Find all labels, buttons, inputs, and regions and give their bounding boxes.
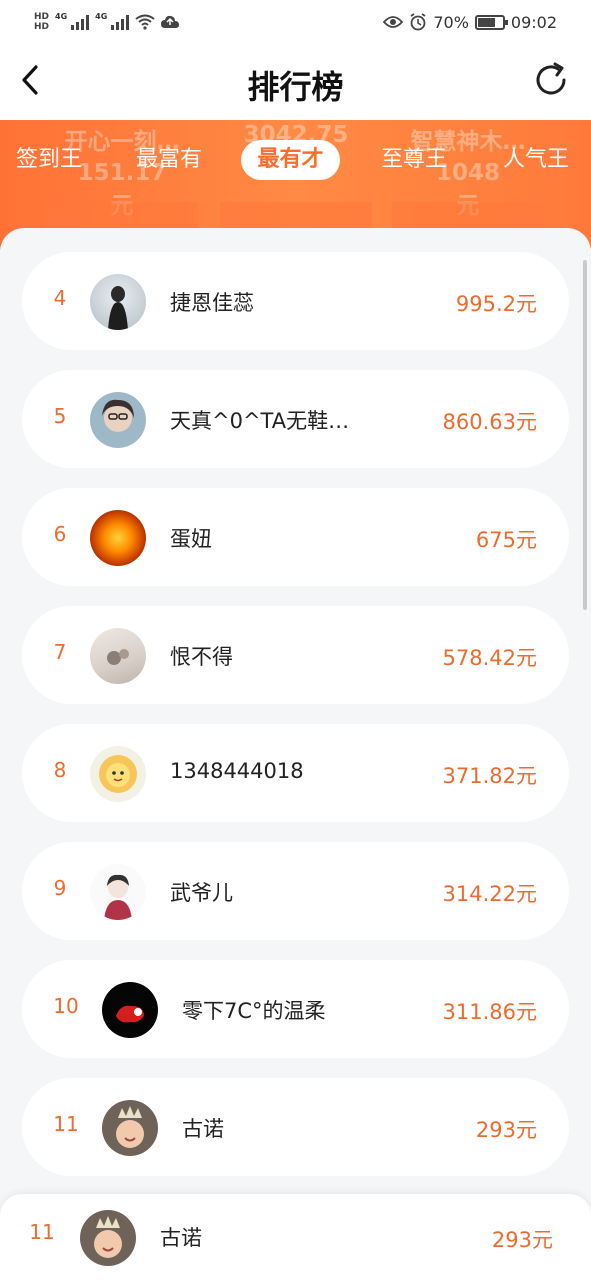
nav-bar: 排行榜 [0, 44, 591, 120]
cloud-upload-icon [161, 15, 180, 28]
tab-most-talented[interactable]: 最有才 [241, 140, 340, 180]
page-title: 排行榜 [247, 68, 344, 106]
reward-amount: 314.22元 [442, 882, 537, 906]
clock: 09:02 [510, 12, 557, 32]
tab-richest[interactable]: 最富有 [130, 140, 208, 180]
reward-amount: 578.42元 [442, 646, 537, 670]
list-item[interactable]: 4 捷恩佳蕊 995.2元 [22, 252, 569, 350]
reward-amount: 371.82元 [442, 764, 537, 788]
refresh-button[interactable] [531, 60, 571, 100]
rank-number: 10 [53, 994, 79, 1018]
tab-sign-in-king[interactable]: 签到王 [10, 140, 88, 180]
status-left: HD HD 4G 4G [34, 12, 180, 32]
avatar [90, 746, 146, 802]
user-name: 武爷儿 [170, 881, 233, 905]
avatar [90, 274, 146, 330]
avatar [90, 628, 146, 684]
avatar [90, 864, 146, 920]
list-item[interactable]: 10 零下7C°的温柔 311.86元 [22, 960, 569, 1058]
list-item[interactable]: 11 古诺 293元 [22, 1078, 569, 1176]
battery-icon [474, 14, 508, 30]
rank-number: 11 [53, 1112, 79, 1136]
my-rank-bar[interactable]: 11 古诺 293元 [0, 1194, 591, 1280]
my-rank-number: 11 [29, 1220, 55, 1244]
reward-amount: 995.2元 [455, 292, 537, 316]
user-name: 天真^0^TA无鞋… [170, 409, 350, 433]
user-name: 恨不得 [170, 645, 233, 669]
avatar [102, 1100, 158, 1156]
reward-amount: 675元 [475, 528, 537, 552]
network-type-2: 4G [95, 12, 108, 21]
podium-bar [392, 202, 544, 228]
reward-amount: 860.63元 [442, 410, 537, 434]
avatar [90, 392, 146, 448]
tab-bar: 签到王 最富有 最有才 至尊王 人气王 [0, 136, 591, 184]
rank-number: 9 [53, 876, 67, 900]
signal-icon-2 [111, 14, 130, 30]
list-item[interactable]: 9 武爷儿 314.22元 [22, 842, 569, 940]
my-reward-amount: 293元 [491, 1228, 553, 1252]
user-name: 捷恩佳蕊 [170, 291, 254, 315]
list-item[interactable]: 8 1348444018 371.82元 [22, 724, 569, 822]
list-item[interactable]: 5 天真^0^TA无鞋… 860.63元 [22, 370, 569, 468]
podium-bar [220, 202, 372, 228]
tab-popularity-king[interactable]: 人气王 [497, 140, 575, 180]
reward-amount: 293元 [475, 1118, 537, 1142]
battery-percent: 70% [433, 12, 469, 32]
rank-number: 5 [53, 404, 67, 428]
avatar [102, 982, 158, 1038]
user-name: 蛋妞 [170, 527, 212, 551]
user-name: 1348444018 [170, 759, 304, 783]
user-name: 古诺 [182, 1117, 224, 1141]
signal-icon [71, 14, 90, 30]
wifi-icon [135, 14, 155, 30]
ranking-list[interactable]: 4 捷恩佳蕊 995.2元 5 天真^0^TA无鞋… 860.63元 6 蛋妞 … [0, 228, 591, 1280]
avatar [90, 510, 146, 566]
list-item[interactable]: 6 蛋妞 675元 [22, 488, 569, 586]
podium-bar [46, 202, 198, 228]
hd-icon: HD HD [34, 12, 50, 32]
tab-supreme-king[interactable]: 至尊王 [375, 140, 453, 180]
user-name: 零下7C°的温柔 [182, 999, 326, 1023]
rank-number: 4 [53, 286, 67, 310]
rank-number: 7 [53, 640, 67, 664]
alarm-icon [410, 13, 426, 31]
list-item[interactable]: 7 恨不得 578.42元 [22, 606, 569, 704]
status-bar: HD HD 4G 4G 70% 09:02 [0, 0, 591, 44]
status-right: 70% 09:02 [383, 13, 557, 32]
eye-icon [383, 16, 404, 28]
rank-number: 8 [53, 758, 67, 782]
reward-amount: 311.86元 [442, 1000, 537, 1024]
network-type: 4G [55, 12, 68, 21]
my-avatar [80, 1210, 136, 1266]
my-user-name: 古诺 [160, 1226, 202, 1250]
rank-number: 6 [53, 522, 67, 546]
scrollbar[interactable] [583, 260, 587, 610]
refresh-icon [536, 62, 566, 95]
